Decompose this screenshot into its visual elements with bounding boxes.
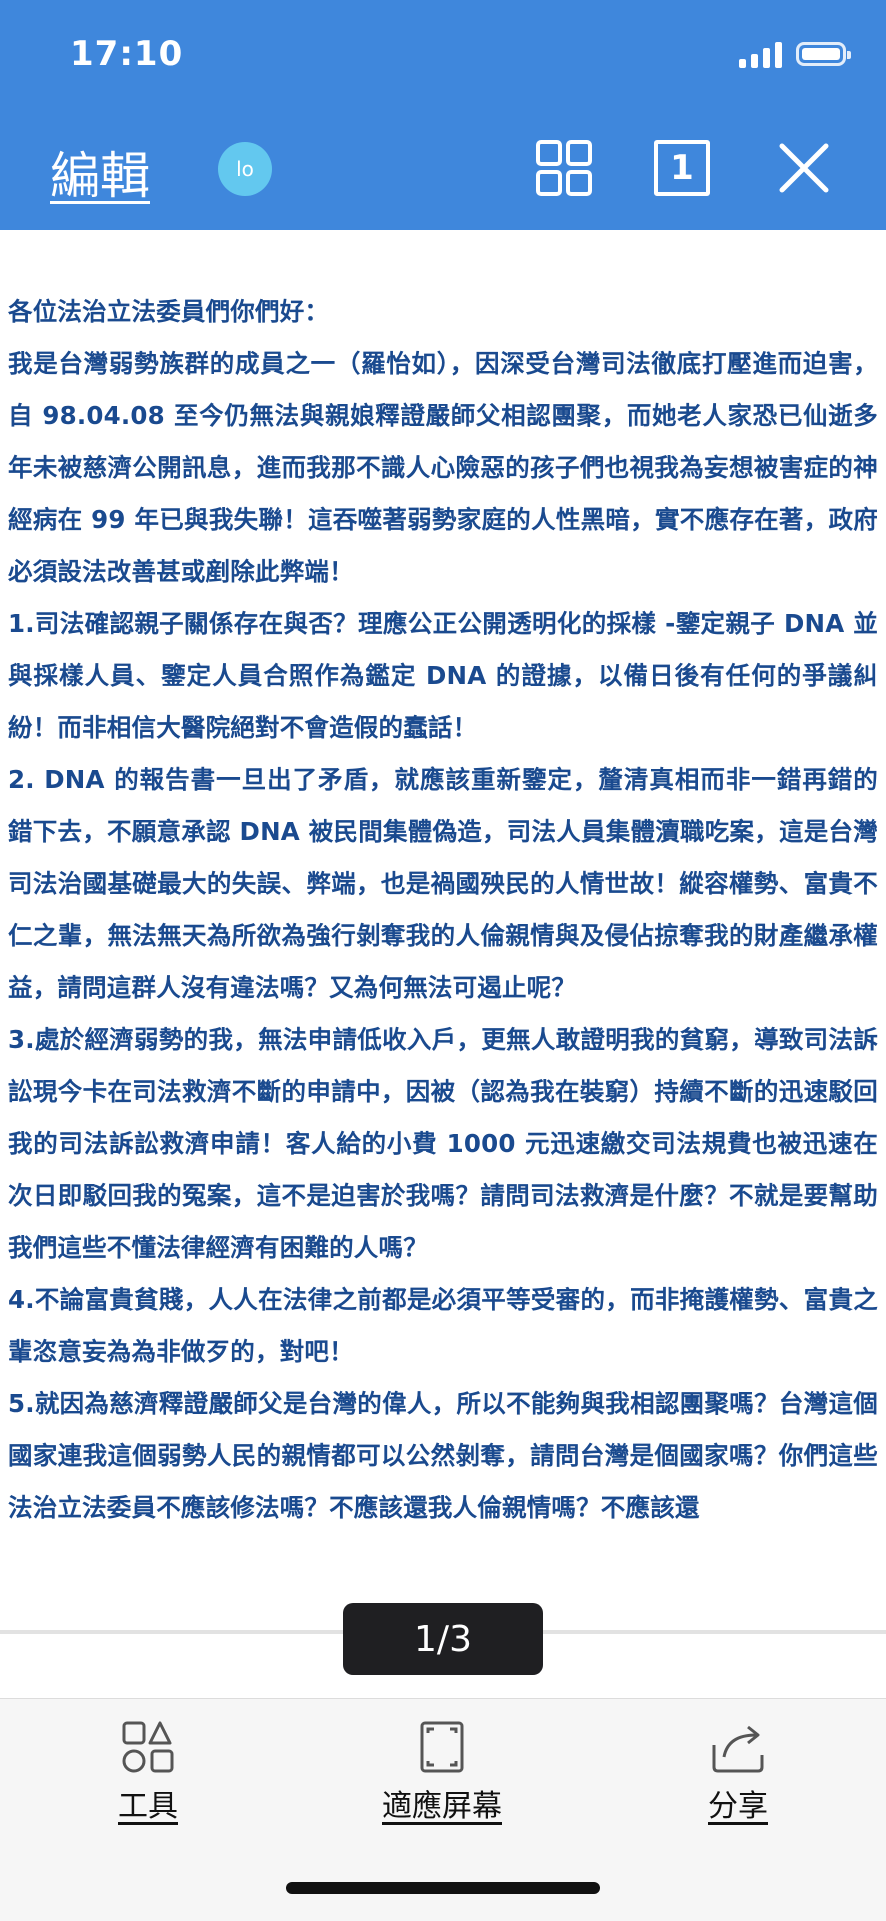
document-page: 各位法治立法委員們你們好： 我是台灣弱勢族群的成員之一（羅怡如），因深受台灣司法… <box>0 286 886 1534</box>
doc-paragraph: 各位法治立法委員們你們好： <box>8 297 330 326</box>
status-time: 17:10 <box>70 34 184 74</box>
tools-label: 工具 <box>118 1789 178 1824</box>
page-number-icon[interactable]: 1 <box>654 140 710 196</box>
avatar[interactable]: lo <box>218 142 272 196</box>
battery-icon <box>796 42 851 66</box>
doc-paragraph: 2. DNA 的報告書一旦出了矛盾，就應該重新鑒定，釐清真相而非一錯再錯的錯下去… <box>8 765 878 1002</box>
tools-icon <box>122 1721 174 1773</box>
share-icon <box>712 1725 764 1773</box>
fit-screen-label: 適應屏幕 <box>382 1789 502 1824</box>
doc-paragraph: 3.處於經濟弱勢的我，無法申請低收入戶，更無人敢證明我的貧窮，導致司法訴訟現今卡… <box>8 1025 878 1262</box>
fit-screen-icon <box>420 1721 464 1773</box>
top-toolbar: 17:10 編輯 lo 1 <box>0 0 886 230</box>
status-indicators <box>739 40 851 68</box>
close-icon[interactable] <box>774 138 834 198</box>
home-indicator[interactable] <box>286 1882 600 1894</box>
doc-paragraph: 4.不論富貴貧賤，人人在法律之前都是必須平等受審的，而非掩護權勢、富貴之輩恣意妄… <box>8 1285 878 1366</box>
tools-button[interactable]: 工具 <box>98 1719 198 1825</box>
grid-view-icon[interactable] <box>534 138 594 198</box>
page-number-value: 1 <box>670 148 694 188</box>
share-label: 分享 <box>708 1789 768 1824</box>
doc-paragraph: 5.就因為慈濟釋證嚴師父是台灣的偉人，所以不能夠與我相認團聚嗎？台灣這個國家連我… <box>8 1389 878 1522</box>
share-button[interactable]: 分享 <box>688 1719 788 1825</box>
doc-paragraph: 1.司法確認親子關係存在與否？理應公正公開透明化的採樣 -鑒定親子 DNA 並與… <box>8 609 878 742</box>
page-indicator: 1/3 <box>343 1603 543 1675</box>
edit-button[interactable]: 編輯 <box>50 136 150 208</box>
doc-paragraph: 我是台灣弱勢族群的成員之一（羅怡如），因深受台灣司法徹底打壓進而迫害，自 98.… <box>8 349 878 586</box>
fit-screen-button[interactable]: 適應屏幕 <box>362 1719 522 1825</box>
signal-icon <box>739 40 782 68</box>
